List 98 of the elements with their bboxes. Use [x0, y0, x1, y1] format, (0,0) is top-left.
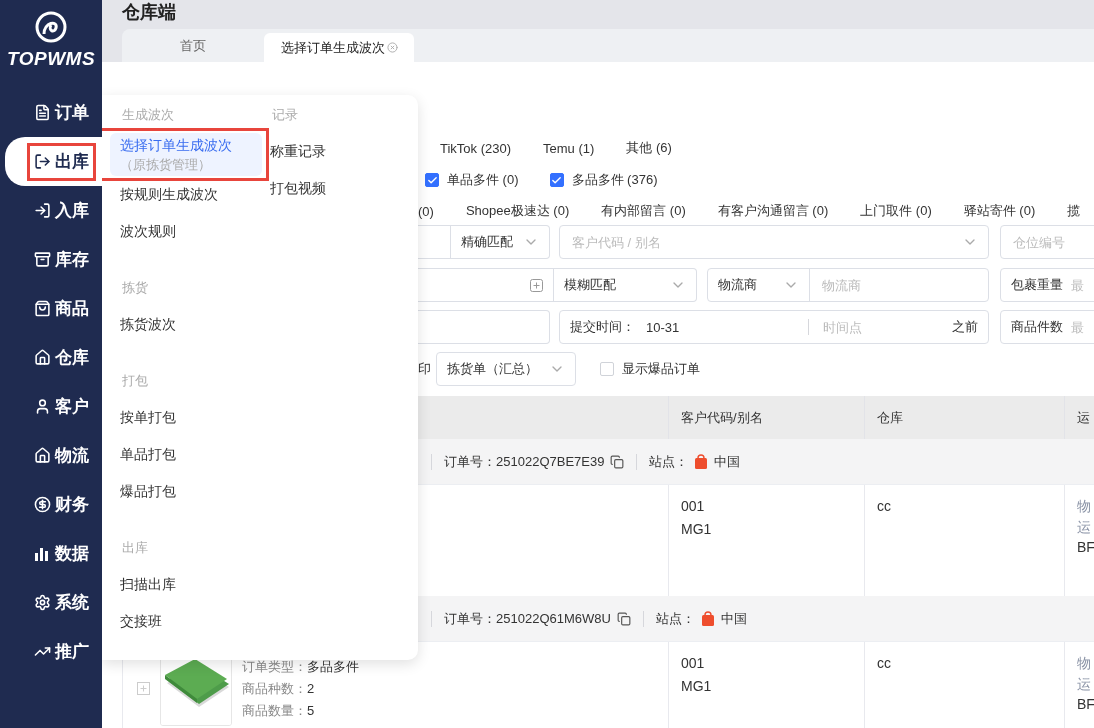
shipping-text: BF: [1077, 538, 1094, 557]
order-number: 订单号：251022Q61M6W8U: [444, 609, 611, 628]
site-name: 中国: [714, 452, 741, 471]
shipping-text: 运: [1077, 518, 1092, 536]
site-label: 站点：: [655, 609, 695, 628]
nav-item[interactable]: 数据: [27, 534, 96, 573]
enter-icon: [34, 202, 51, 219]
house-icon: [34, 349, 51, 366]
shipping-text: 物: [1077, 654, 1092, 673]
site-name: 中国: [720, 609, 747, 628]
weight-field[interactable]: 包裹重量 最: [1000, 268, 1094, 302]
filter-tag[interactable]: 有客户沟通留言 (0): [717, 202, 829, 220]
checkbox-label: 显示爆品订单: [622, 360, 700, 378]
nav-item[interactable]: 商品: [27, 289, 96, 328]
nav-item[interactable]: 订单: [27, 93, 96, 132]
expand-icon[interactable]: [137, 682, 150, 695]
checkbox-label: 多品多件 (376): [571, 171, 658, 189]
quantity-field[interactable]: 商品件数 最: [1000, 310, 1094, 344]
tab[interactable]: 选择订单生成波次: [264, 33, 414, 62]
menu-item[interactable]: 打包视频: [260, 170, 412, 207]
filter-tag[interactable]: 揽: [1067, 202, 1081, 220]
detail-text: 商品数量：5: [242, 702, 316, 720]
text-input[interactable]: 最: [1069, 276, 1094, 294]
filter-tag[interactable]: Shopee极速达 (0): [465, 202, 570, 220]
filter-tag[interactable]: 有内部留言 (0): [601, 202, 686, 220]
checkbox-label: 单品多件 (0): [447, 171, 519, 189]
logo-text: TOPWMS: [6, 48, 96, 70]
menu-section-title: 生成波次: [121, 106, 175, 124]
nav-item[interactable]: 出库: [27, 142, 96, 181]
menu-section-title: 出库: [121, 539, 149, 557]
checkbox[interactable]: [549, 173, 564, 187]
menu-section-title: 记录: [271, 106, 299, 124]
customer-select[interactable]: 客户代码 / 别名: [559, 225, 989, 259]
time-field[interactable]: 提交时间： 10-31 时间点 之前: [559, 310, 989, 344]
text-input[interactable]: 客户代码 / 别名: [570, 233, 956, 251]
customer-code: MG1: [681, 677, 713, 696]
print-label: 印: [418, 360, 432, 378]
menu-item[interactable]: 称重记录: [260, 133, 412, 170]
archive-icon: [34, 251, 51, 268]
document-icon: [34, 104, 51, 121]
menu-item[interactable]: 选择订单生成波次 （原拣货管理）: [110, 133, 262, 176]
nav-item[interactable]: 物流: [27, 436, 96, 475]
coin-icon: [34, 496, 51, 513]
text-input[interactable]: 仓位编号: [1011, 233, 1094, 251]
platform-tab[interactable]: Temu (1): [543, 140, 595, 156]
menu-item[interactable]: 交接班: [110, 603, 262, 640]
filter-tag[interactable]: 上门取件 (0): [860, 202, 932, 220]
bar-chart-icon: [34, 545, 51, 562]
nav-item[interactable]: 系统: [27, 583, 96, 622]
exit-icon: [34, 153, 51, 170]
platform-tab[interactable]: TikTok (230): [440, 140, 512, 156]
logo-icon: [34, 10, 68, 44]
site-label: 站点：: [649, 452, 689, 471]
detail-text: 商品种数：2: [242, 680, 316, 698]
text-input[interactable]: 时间点: [821, 318, 946, 336]
print-select[interactable]: 拣货单（汇总）: [436, 352, 576, 386]
detail-text: 订单类型：多品多件: [242, 658, 359, 676]
settings-icon: [34, 594, 51, 611]
menu-section-title: 拣货: [121, 279, 149, 297]
bin-field[interactable]: 仓位编号: [1000, 225, 1094, 259]
warehouse-name: cc: [877, 654, 892, 673]
menu-item[interactable]: 按规则生成波次: [110, 176, 262, 213]
nav-item[interactable]: 客户: [27, 387, 96, 426]
platform-tab[interactable]: 其他 (6): [626, 139, 672, 157]
customer-code: 001: [681, 497, 706, 516]
nav-item[interactable]: 财务: [27, 485, 96, 524]
nav-item[interactable]: 入库: [27, 191, 96, 230]
user-icon: [34, 398, 51, 415]
order-number: 订单号：251022Q7BE7E39: [444, 452, 605, 471]
menu-item[interactable]: 波次规则: [110, 213, 262, 250]
text-input[interactable]: 最: [1069, 318, 1094, 336]
shopping-bag-icon: [700, 611, 715, 626]
shopping-bag-icon: [694, 454, 709, 469]
menu-item[interactable]: 按单打包: [110, 399, 262, 436]
shipping-text: BF: [1077, 695, 1094, 714]
house-icon: [34, 447, 51, 464]
copy-icon[interactable]: [616, 611, 631, 626]
warehouse-name: cc: [877, 497, 892, 516]
page-title: 仓库端: [122, 1, 176, 24]
nav-item[interactable]: 仓库: [27, 338, 96, 377]
menu-item[interactable]: 扫描出库: [110, 566, 262, 603]
shipping-text: 物: [1077, 497, 1092, 516]
filter-tag[interactable]: 驿站寄件 (0): [963, 202, 1036, 220]
menu-item[interactable]: 单品打包: [110, 436, 262, 473]
tab[interactable]: 首页: [122, 29, 264, 62]
nav-item[interactable]: 推广: [27, 632, 96, 671]
bag-icon: [34, 300, 51, 317]
checkbox[interactable]: [425, 173, 439, 187]
nav-item[interactable]: 库存: [27, 240, 96, 279]
filter-tag[interactable]: (0): [418, 203, 434, 219]
menu-item[interactable]: 爆品打包: [110, 473, 262, 510]
menu-item[interactable]: 拣货波次: [110, 306, 262, 343]
shipping-text: 运: [1077, 675, 1092, 693]
copy-icon[interactable]: [610, 454, 625, 469]
customer-code: MG1: [681, 520, 713, 539]
customer-code: 001: [681, 654, 706, 673]
close-icon[interactable]: [386, 42, 398, 53]
menu-section-title: 打包: [121, 372, 149, 390]
